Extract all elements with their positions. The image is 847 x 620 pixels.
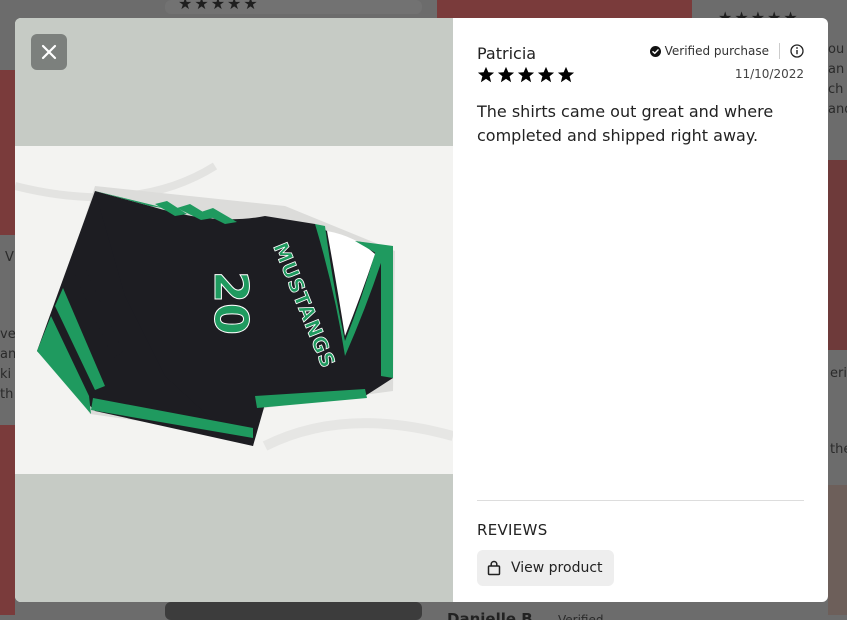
verified-purchase: Verified purchase <box>649 43 804 59</box>
divider <box>779 43 780 59</box>
star-icon <box>557 66 575 83</box>
reviews-label: REVIEWS <box>477 521 548 539</box>
bg-image <box>828 485 847 615</box>
bg-verified-text: Verified <box>558 613 604 620</box>
view-product-button[interactable]: View product <box>477 550 614 586</box>
close-icon <box>41 44 57 60</box>
bg-text: ve an ki th <box>0 327 17 402</box>
close-button[interactable] <box>31 34 67 70</box>
bg-image <box>437 0 692 18</box>
review-body: The shirts came out great and where comp… <box>477 102 774 145</box>
jersey-illustration: MUSTANGS 20 <box>15 146 455 474</box>
star-icon <box>537 66 555 83</box>
bg-text: ouanchand <box>828 42 847 117</box>
star-icon <box>497 66 515 83</box>
bg-text: erifi <box>830 366 847 381</box>
media-pane: MUSTANGS 20 <box>15 18 455 602</box>
bg-reviewer-name: Danielle B. <box>447 610 539 620</box>
review-modal: MUSTANGS 20 Patricia Verified purchase 1… <box>15 18 828 602</box>
review-photo: MUSTANGS 20 <box>15 146 455 474</box>
review-pane: Patricia Verified purchase 11/10/2022 Th… <box>477 18 804 602</box>
jersey-number: 20 <box>204 271 258 335</box>
reviewer-name: Patricia <box>477 44 537 63</box>
bg-text: the <box>830 442 847 457</box>
bg-text: V <box>5 250 14 265</box>
info-icon[interactable] <box>790 44 804 58</box>
bg-image <box>828 160 847 350</box>
bg-stars: ★★★★★ <box>178 0 260 13</box>
review-date: 11/10/2022 <box>734 67 804 81</box>
footer-divider <box>477 500 804 501</box>
verified-check-icon <box>649 45 661 57</box>
shopping-bag-icon <box>487 560 501 576</box>
star-icon <box>477 66 495 83</box>
bg-image <box>0 70 15 235</box>
star-icon <box>517 66 535 83</box>
star-rating <box>477 66 575 84</box>
bg-image <box>165 602 422 620</box>
verified-label: Verified purchase <box>664 44 769 58</box>
bg-image <box>0 425 15 615</box>
view-product-label: View product <box>511 560 603 576</box>
